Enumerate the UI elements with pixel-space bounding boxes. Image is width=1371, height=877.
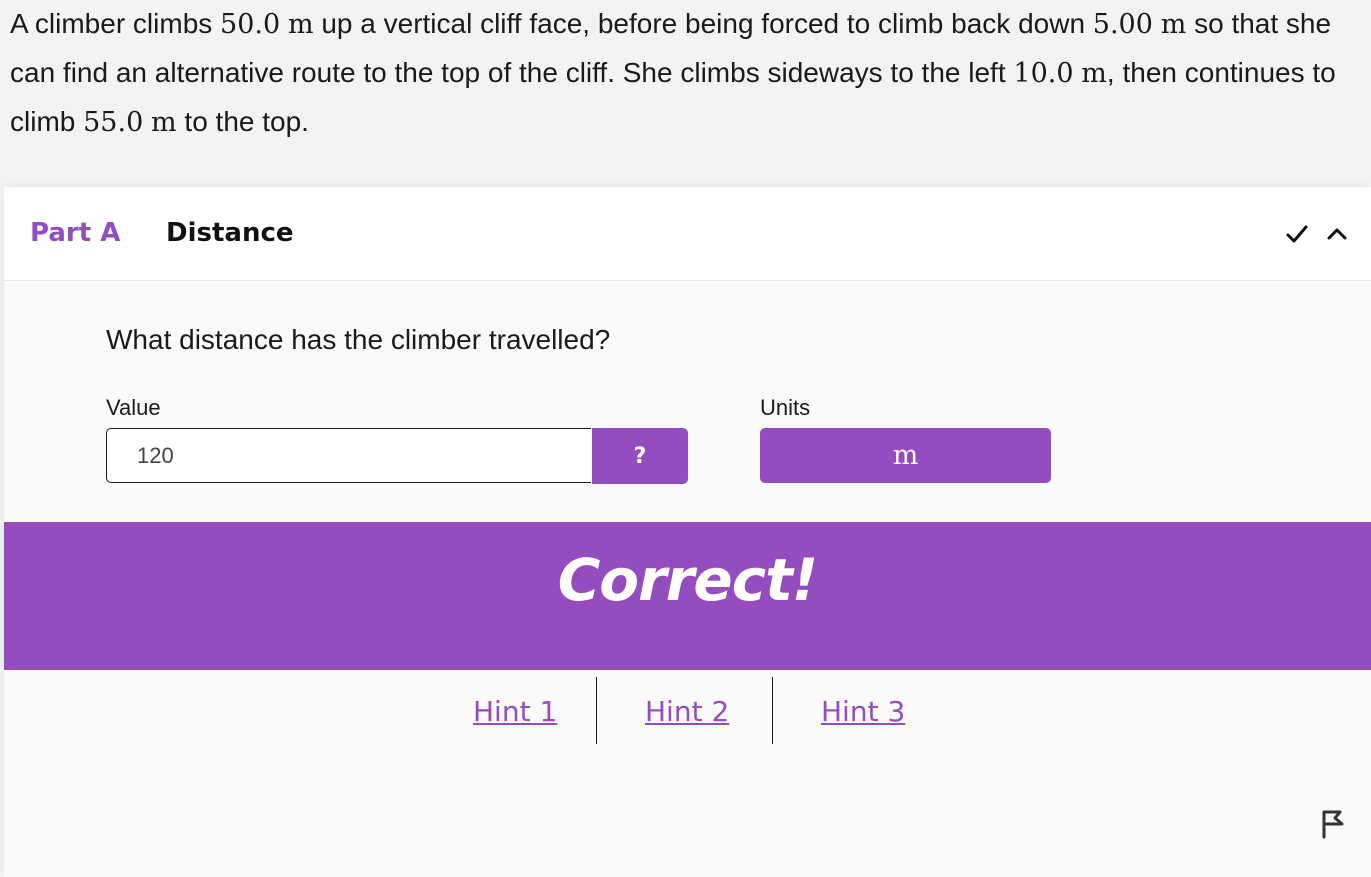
check-icon xyxy=(1286,225,1308,243)
part-header[interactable]: Part A Distance xyxy=(4,187,1371,281)
feedback-text: Correct! xyxy=(557,546,819,614)
problem-statement: A climber climbs 50.0 m up a vertical cl… xyxy=(10,0,1360,147)
units-label: Units xyxy=(760,395,811,420)
question-text: What distance has the climber travelled? xyxy=(106,324,611,355)
distance-value: 5.00 xyxy=(1092,9,1153,40)
question-part-card: Part A Distance What distance has the cl… xyxy=(4,187,1371,877)
part-label: Part A xyxy=(30,218,121,248)
distance-unit: m xyxy=(151,107,177,138)
chevron-up-icon[interactable] xyxy=(1324,221,1350,247)
problem-text: A climber climbs xyxy=(10,8,221,39)
hint-divider xyxy=(596,677,597,744)
distance-unit: m xyxy=(1160,9,1187,40)
value-input[interactable] xyxy=(106,428,591,483)
units-selector[interactable]: m xyxy=(760,428,1051,483)
hint-2-link[interactable]: Hint 2 xyxy=(645,695,729,728)
feedback-banner: Correct! xyxy=(4,522,1371,670)
hint-1-link[interactable]: Hint 1 xyxy=(473,695,557,728)
distance-value: 55.0 xyxy=(83,107,144,138)
distance-unit: m xyxy=(1081,58,1107,89)
hint-links: Hint 1 Hint 2 Hint 3 xyxy=(4,675,1371,745)
help-button[interactable]: ? xyxy=(592,428,688,484)
distance-value: 50.0 xyxy=(220,9,281,40)
problem-text: up a vertical cliff face, before being f… xyxy=(313,8,1093,39)
distance-unit: m xyxy=(287,9,314,40)
hint-divider xyxy=(772,677,773,744)
distance-value: 10.0 xyxy=(1013,58,1074,89)
flag-icon[interactable] xyxy=(1320,809,1346,839)
value-label: Value xyxy=(106,395,161,420)
part-title: Distance xyxy=(166,218,294,248)
hint-3-link[interactable]: Hint 3 xyxy=(821,695,905,728)
problem-text: to the top. xyxy=(176,106,309,137)
